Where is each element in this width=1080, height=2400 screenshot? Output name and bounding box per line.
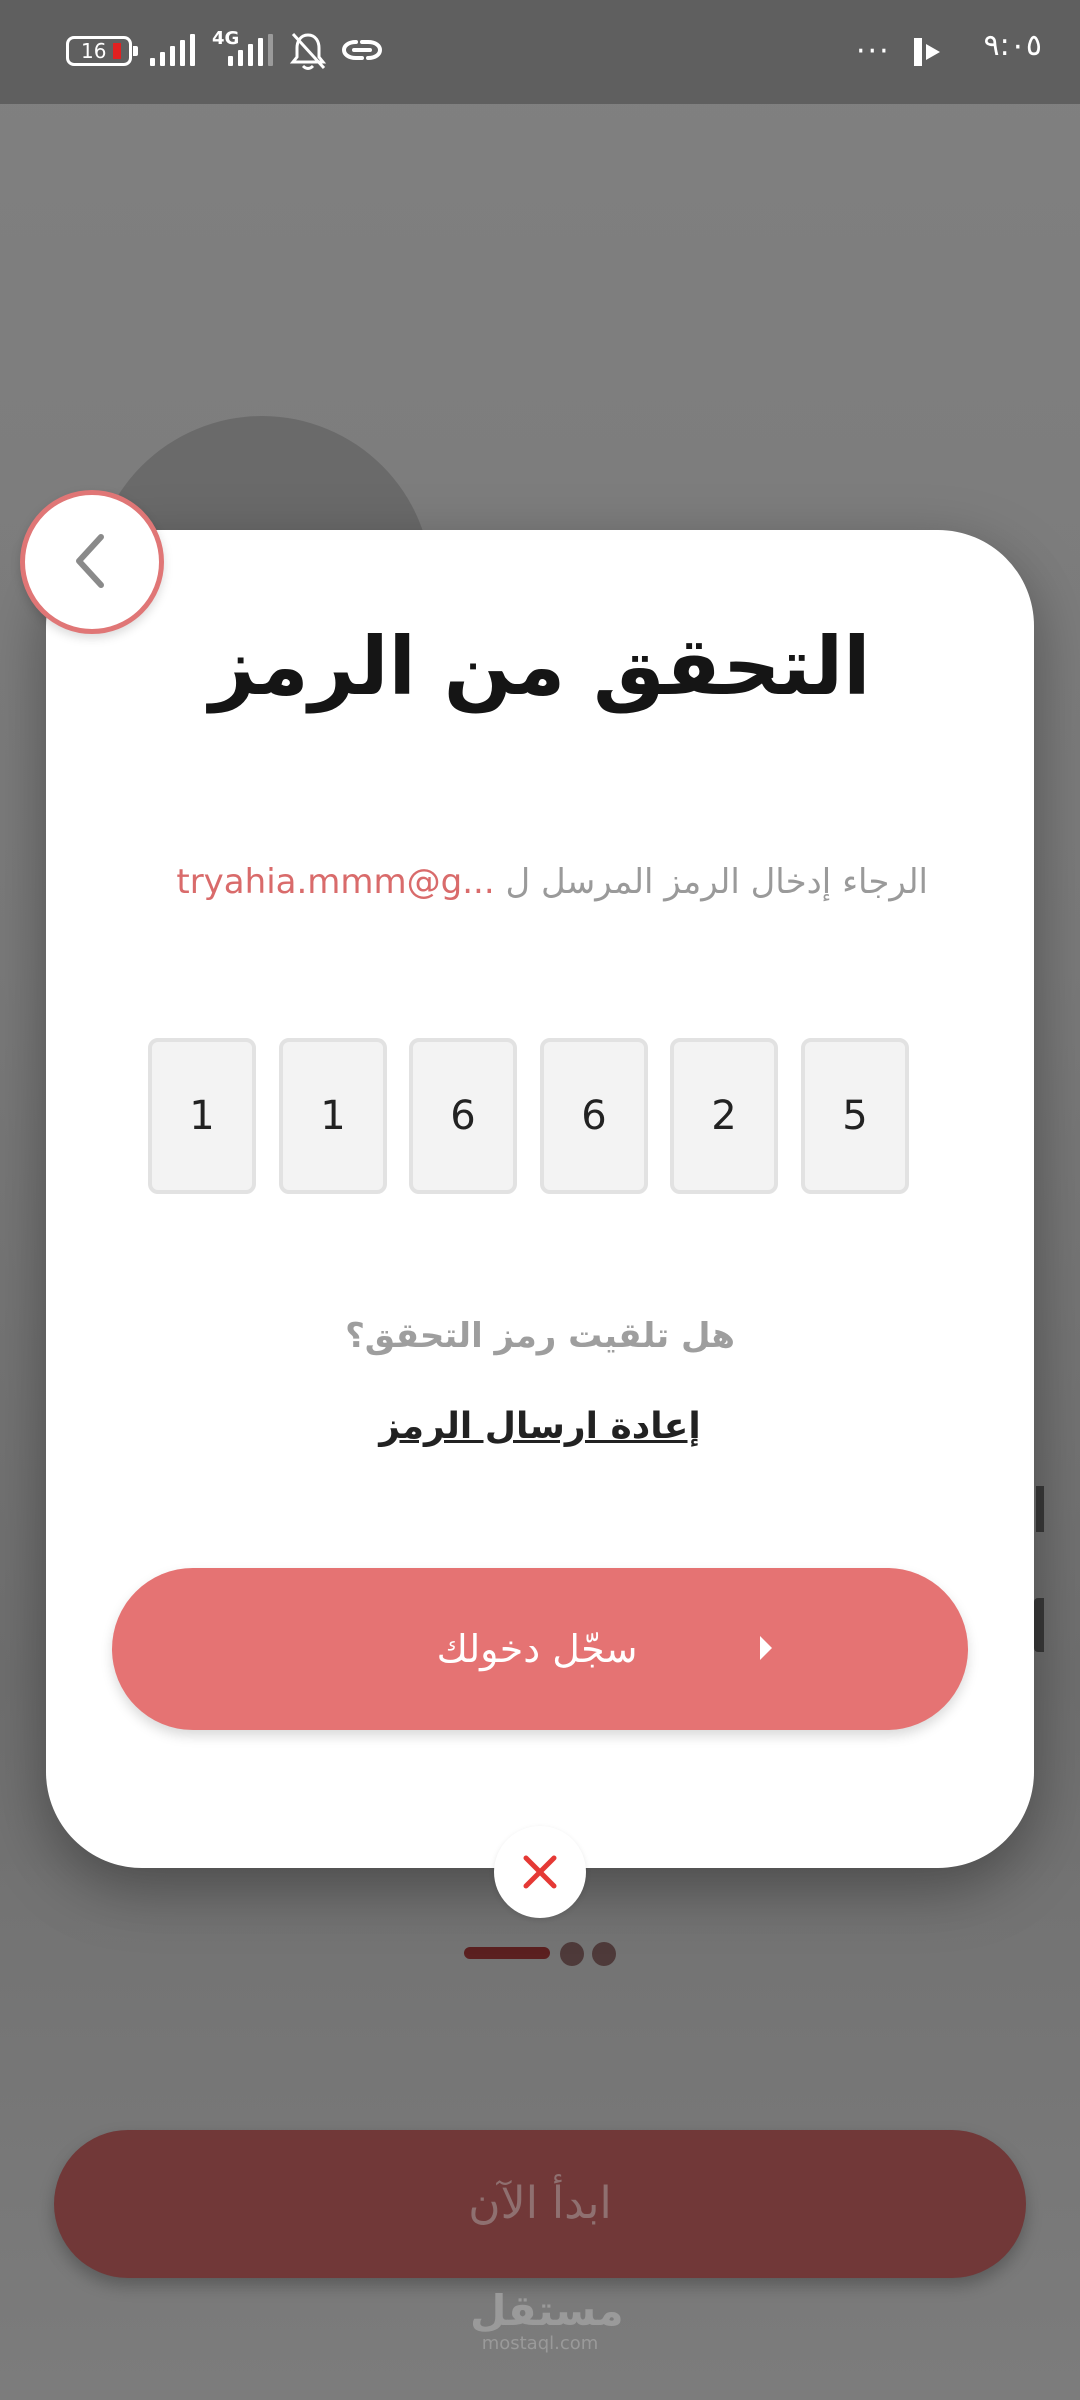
- back-chevron-icon: [76, 534, 104, 588]
- arrow-right-icon: [760, 1636, 772, 1660]
- instruction-label: الرجاء إدخال الرمز المرسل ل: [505, 862, 928, 902]
- page-indicator-active: [464, 1947, 550, 1959]
- bell-off-icon: [289, 32, 327, 70]
- more-dots: ···: [856, 34, 891, 69]
- resend-code-link[interactable]: إعادة ارسال الرمز: [0, 1406, 1080, 1447]
- email-address: tryahia.mmm@g...: [176, 862, 495, 902]
- background-fragment: [1034, 1598, 1044, 1652]
- battery-low-icon: [113, 43, 121, 59]
- back-button[interactable]: [20, 490, 164, 634]
- close-button[interactable]: [494, 1826, 586, 1918]
- watermark-domain: mostaql.com: [481, 2333, 599, 2354]
- battery-level: 16: [81, 39, 107, 63]
- watermark-logo: مستقل: [470, 2286, 624, 2335]
- code-digit-input[interactable]: 5: [801, 1038, 909, 1194]
- page-title: التحقق من الرمز: [209, 620, 871, 713]
- page-indicator-dot: [592, 1942, 616, 1966]
- close-icon: [523, 1855, 557, 1889]
- instruction-text: الرجاء إدخال الرمز المرسل ل tryahia.mmm@…: [120, 862, 928, 902]
- cast-icon: [914, 38, 940, 66]
- code-digit-input[interactable]: 6: [409, 1038, 517, 1194]
- signal-icon: [150, 32, 198, 66]
- link-icon: [341, 40, 383, 60]
- signal-4g-icon: [226, 32, 278, 66]
- code-digit-input[interactable]: 6: [540, 1038, 648, 1194]
- code-digit-input[interactable]: 2: [670, 1038, 778, 1194]
- clock: ٩:٠٥: [983, 28, 1042, 63]
- background-fragment: [1036, 1486, 1044, 1532]
- resend-question: هل تلقيت رمز التحقق؟: [345, 1316, 735, 1356]
- code-digit-input[interactable]: 1: [148, 1038, 256, 1194]
- battery-indicator: 16: [66, 36, 138, 66]
- watermark: مستقل mostaql.com: [470, 2286, 624, 2354]
- code-digit-input[interactable]: 1: [279, 1038, 387, 1194]
- status-bar: 16 4G ··· ٩:٠٥: [0, 0, 1080, 104]
- login-button-label: سجّل دخولك: [436, 1627, 638, 1671]
- start-now-button[interactable]: ابدأ الآن: [54, 2130, 1026, 2278]
- login-button[interactable]: سجّل دخولك: [112, 1568, 968, 1730]
- page-indicator-dot: [560, 1942, 584, 1966]
